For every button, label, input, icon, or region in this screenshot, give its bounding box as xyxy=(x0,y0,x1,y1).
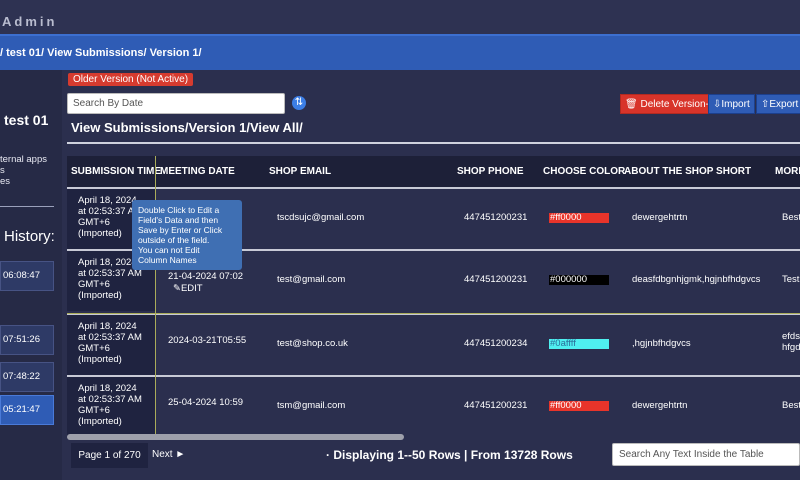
tooltip-line: Double Click to Edit a xyxy=(138,205,220,215)
table-row[interactable]: April 18, 2024 at 02:53:37 AM GMT+6 (Import… xyxy=(67,375,800,437)
sidebar-item-3[interactable]: es xyxy=(0,176,47,187)
top-bar: Admin xyxy=(0,0,800,34)
older-version-badge: Older Version (Not Active) xyxy=(68,73,194,86)
more-cell[interactable]: Best xyxy=(782,212,800,223)
table-header: SUBMISSION TIME MEETING DATE SHOP EMAIL … xyxy=(67,156,800,187)
about-shop-cell[interactable]: dewergehtrtn xyxy=(632,212,687,223)
shop-phone-cell[interactable]: 447451200231 xyxy=(464,212,527,223)
version-button[interactable]: 07:48:22 xyxy=(0,362,54,392)
submission-time-line: GMT+6 xyxy=(78,343,110,354)
title-divider xyxy=(67,142,800,144)
about-shop-cell[interactable]: deasfdbgnhjgmk,hgjnbfhdgvcs xyxy=(632,274,760,285)
breadcrumb[interactable]: / test 01/ View Submissions/ Version 1/ xyxy=(0,47,202,59)
submission-time-line: April 18, 2024 xyxy=(78,383,137,394)
sidebar-divider xyxy=(0,206,54,207)
admin-label: Admin xyxy=(2,14,58,29)
color-swatch[interactable]: #0affff xyxy=(549,339,609,349)
delete-version-label: Delete Version-1 xyxy=(640,99,715,110)
color-swatch[interactable]: #ff0000 xyxy=(549,213,609,223)
meeting-date-cell[interactable]: 2024-03-21T05:55 xyxy=(168,335,246,346)
version-button-active[interactable]: 05:21:47 xyxy=(0,395,54,425)
sync-icon[interactable]: ⇅ xyxy=(292,96,306,110)
version-button[interactable]: 06:08:47 xyxy=(0,261,54,291)
submission-time-cell: April 18, 2024 at 02:53:37 AM GMT+6 (Import… xyxy=(67,315,155,375)
tooltip-line: outside of the field. xyxy=(138,235,210,245)
submission-time-line: GMT+6 xyxy=(78,279,110,290)
view-title: View Submissions/Version 1/View All/ xyxy=(71,120,303,135)
table-search-input[interactable] xyxy=(612,443,800,466)
column-header: SHOP PHONE xyxy=(457,166,524,177)
tooltip-line: Column Names xyxy=(138,255,197,265)
sidebar-item-external-apps[interactable]: ternal apps xyxy=(0,154,47,165)
about-shop-cell[interactable]: ,hgjnbfhdgvcs xyxy=(632,338,691,349)
project-title: test 01 xyxy=(4,112,49,128)
more-cell[interactable]: Test xyxy=(782,274,800,285)
history-title: History: xyxy=(4,228,55,245)
column-header: SUBMISSION TIME xyxy=(71,166,162,177)
column-header: SHOP EMAIL xyxy=(269,166,332,177)
edit-help-tooltip: Double Click to Edit a Field's Data and … xyxy=(132,200,242,270)
import-button[interactable]: ⇩Import xyxy=(708,94,755,114)
submission-time-line: GMT+6 xyxy=(78,405,110,416)
sidebar: test 01 ternal apps s es History: 06:08:… xyxy=(0,70,62,480)
shop-phone-cell[interactable]: 447451200231 xyxy=(464,400,527,411)
shop-phone-cell[interactable]: 447451200231 xyxy=(464,274,527,285)
submission-time-cell: April 18, 2024 at 02:53:37 AM GMT+6 (Import… xyxy=(67,377,155,437)
tooltip-line: Save by Enter or Click xyxy=(138,225,223,235)
row-highlight-line xyxy=(67,313,800,314)
submission-time-line: at 02:53:37 AM xyxy=(78,394,142,405)
submission-time-line: April 18, 2024 xyxy=(78,321,137,332)
delete-version-button[interactable]: 🗑 Delete Version-1 xyxy=(620,94,720,114)
trash-icon: 🗑 xyxy=(625,99,638,110)
version-button[interactable]: 07:51:26 xyxy=(0,325,54,355)
export-label: Export xyxy=(769,99,799,110)
column-header: CHOOSE COLOR xyxy=(543,166,626,177)
tooltip-line: You can not Edit xyxy=(138,245,200,255)
column-header: MEETING DATE xyxy=(160,166,235,177)
shop-email-cell[interactable]: test@gmail.com xyxy=(277,274,345,285)
more-cell[interactable]: Best xyxy=(782,400,800,411)
about-shop-cell[interactable]: dewergehtrtn xyxy=(632,400,687,411)
edit-link[interactable]: ✎EDIT xyxy=(173,283,203,294)
rows-status: · Displaying 1--50 Rows | From 13728 Row… xyxy=(326,448,573,462)
sidebar-item-2[interactable]: s xyxy=(0,165,47,176)
tooltip-line: Field's Data and then xyxy=(138,215,219,225)
color-swatch[interactable]: #000000 xyxy=(549,275,609,285)
submission-time-line: (Imported) xyxy=(78,354,122,365)
color-swatch[interactable]: #ff0000 xyxy=(549,401,609,411)
meeting-date-cell[interactable]: 21-04-2024 07:02 xyxy=(168,271,243,282)
more-cell[interactable]: efds hfgd xyxy=(782,331,800,353)
horizontal-scrollbar[interactable] xyxy=(67,434,404,440)
export-button[interactable]: ⇧Export xyxy=(756,94,800,114)
edit-icon: ✎ xyxy=(173,283,181,294)
table-row[interactable]: April 18, 2024 at 02:53:37 AM GMT+6 (Import… xyxy=(67,313,800,375)
shop-email-cell[interactable]: tsm@gmail.com xyxy=(277,400,345,411)
page-indicator: Page 1 of 270 xyxy=(71,443,148,468)
import-label: Import xyxy=(721,99,750,110)
column-highlight-line xyxy=(155,156,156,440)
submission-time-line: at 02:53:37 AM xyxy=(78,332,142,343)
submission-time-line: (Imported) xyxy=(78,290,122,301)
column-header: MORE xyxy=(775,166,800,177)
search-by-date-input[interactable] xyxy=(67,93,285,114)
shop-phone-cell[interactable]: 447451200234 xyxy=(464,338,527,349)
edit-label: EDIT xyxy=(180,283,203,294)
column-header: ABOUT THE SHOP SHORT xyxy=(624,166,752,177)
submission-time-line: (Imported) xyxy=(78,416,122,427)
shop-email-cell[interactable]: test@shop.co.uk xyxy=(277,338,348,349)
next-page-button[interactable]: Next ► xyxy=(152,449,185,460)
meeting-date-cell[interactable]: 25-04-2024 10:59 xyxy=(168,397,243,408)
shop-email-cell[interactable]: tscdsujc@gmail.com xyxy=(277,212,364,223)
sidebar-menu: ternal apps s es xyxy=(0,154,47,187)
submissions-table: SUBMISSION TIME MEETING DATE SHOP EMAIL … xyxy=(67,156,800,440)
breadcrumb-bar: / test 01/ View Submissions/ Version 1/ xyxy=(0,34,800,70)
submission-time-line: at 02:53:37 AM xyxy=(78,268,142,279)
